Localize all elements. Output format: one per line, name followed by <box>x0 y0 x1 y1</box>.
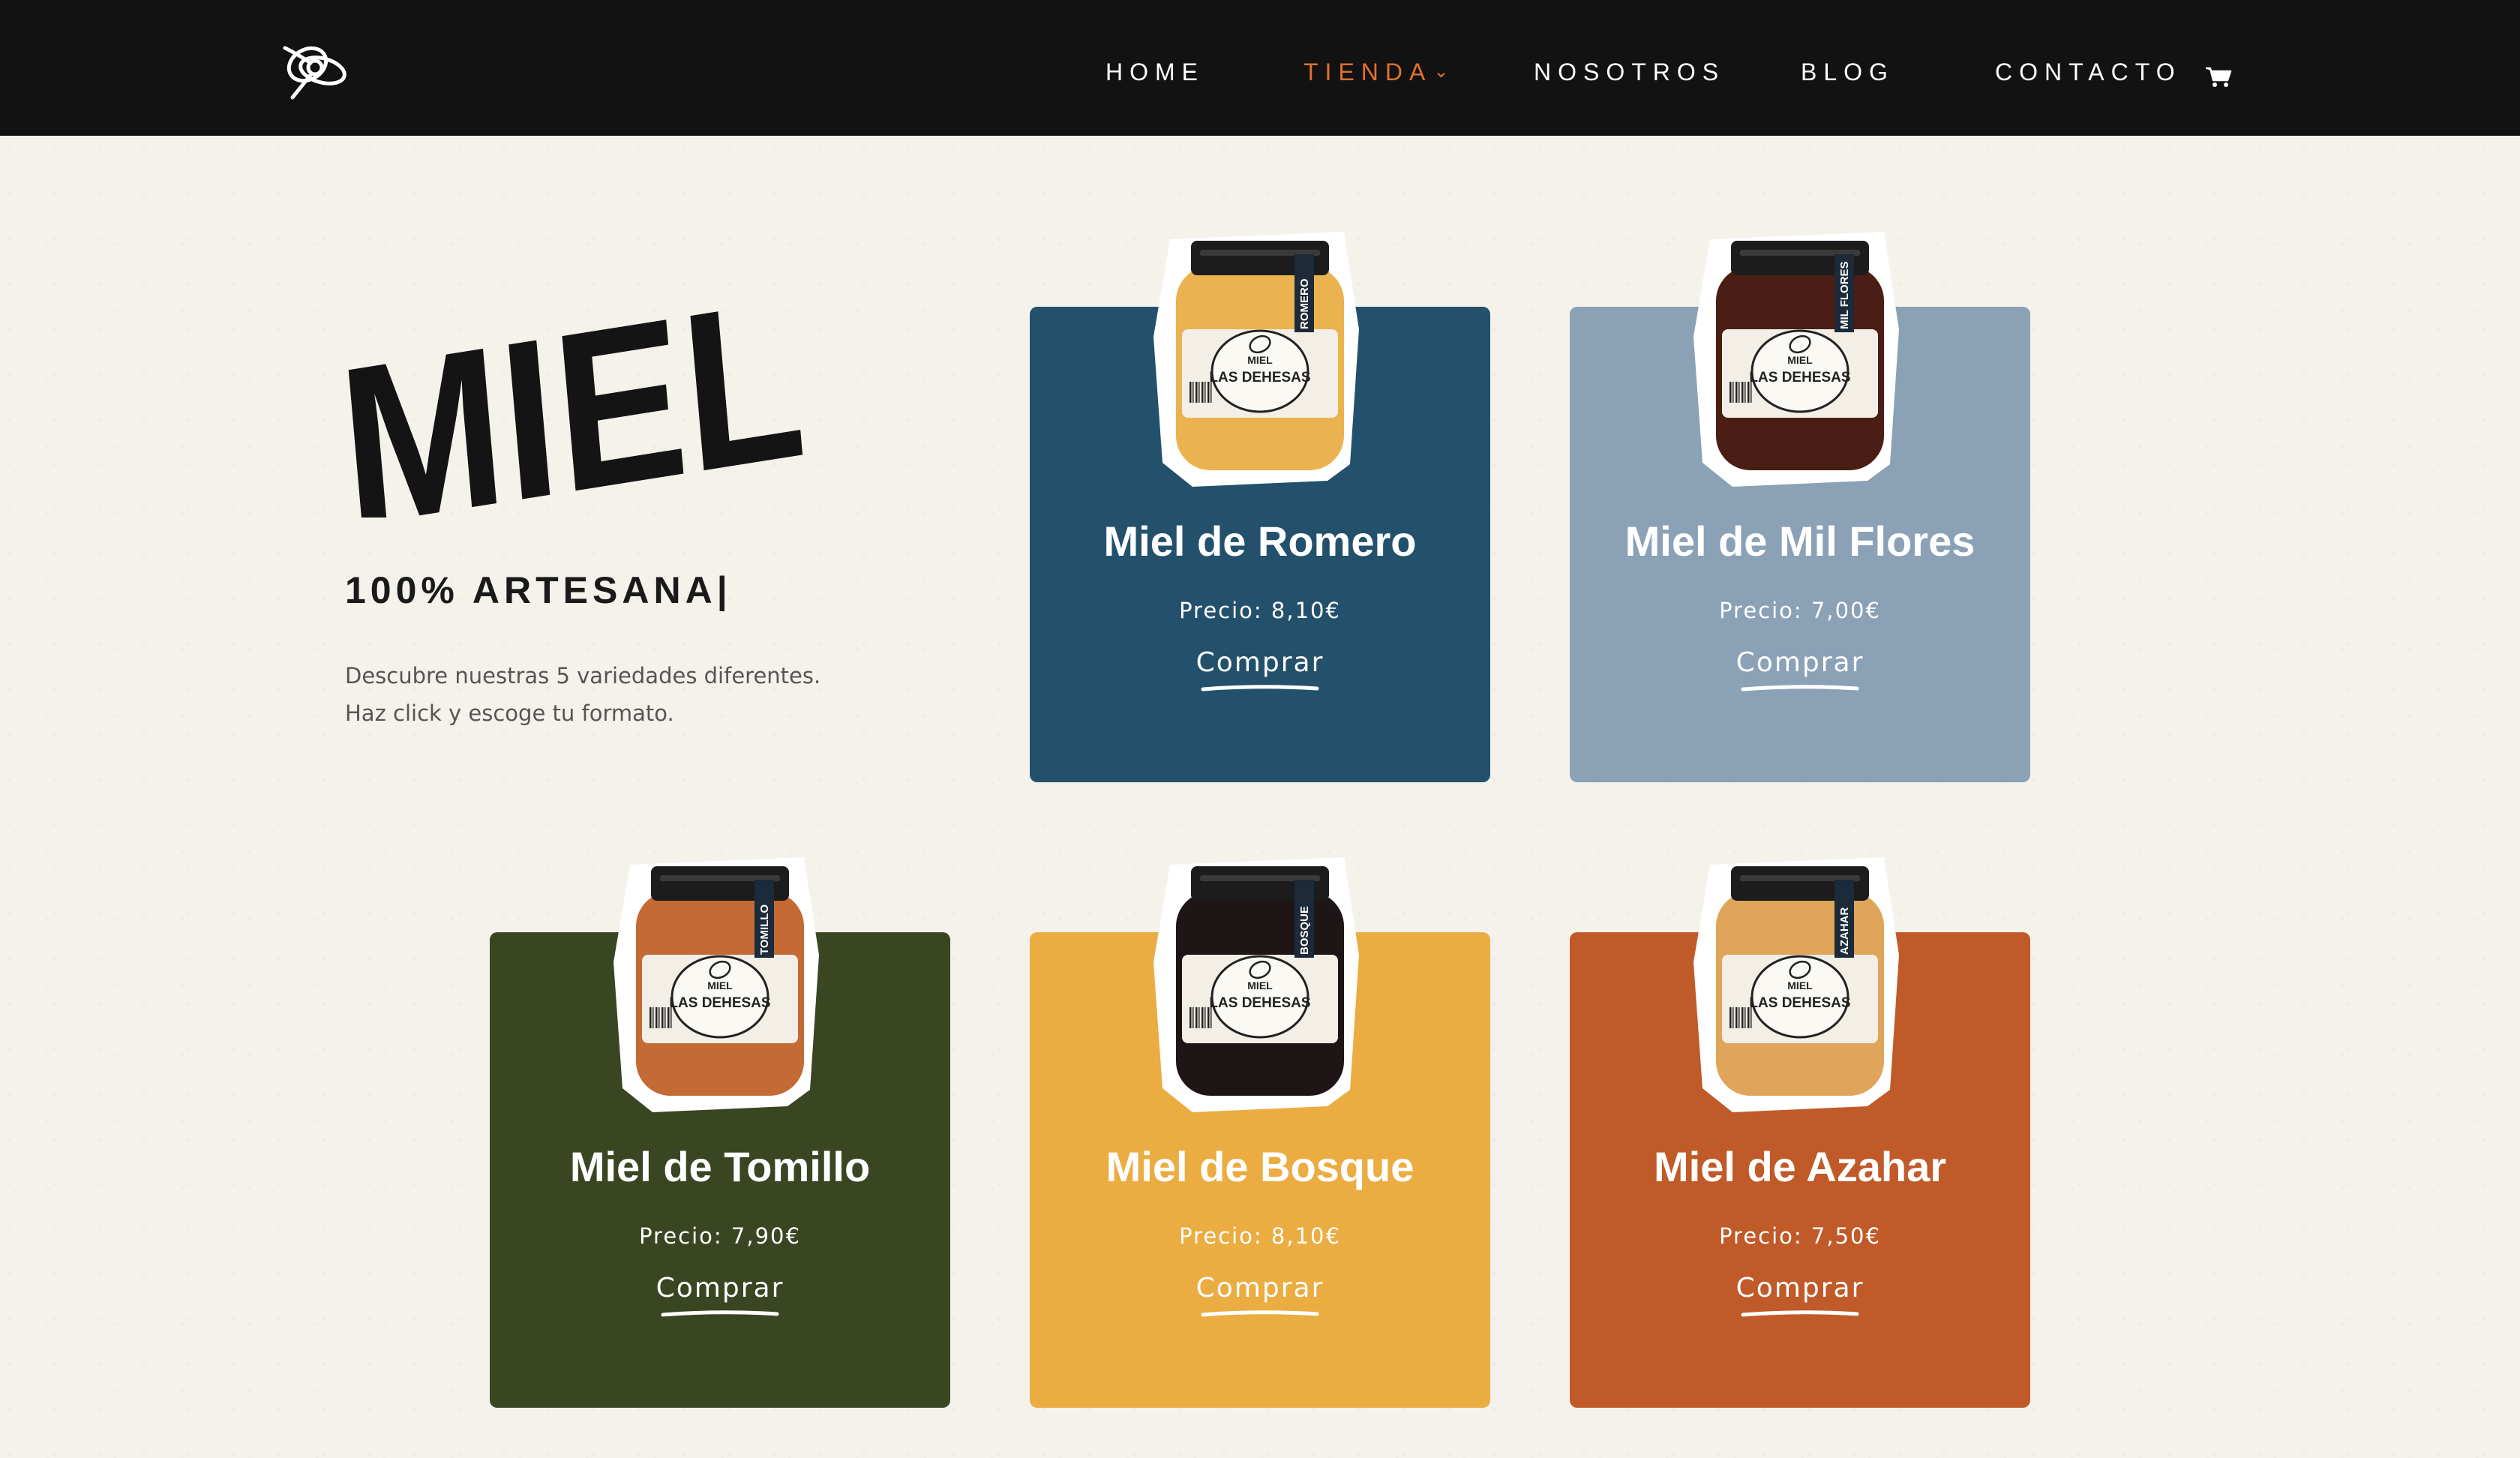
underline-stroke <box>1201 1310 1319 1317</box>
honey-jar-image: MIEL LAS DEHESAS AZAHAR <box>1694 857 1899 1112</box>
nav-tienda-label: TIENDA <box>1304 58 1432 86</box>
jar-brand-line-1: MIEL <box>707 980 733 992</box>
hero-title-text: MIEL <box>341 250 813 518</box>
nav-nosotros-label: NOSOTROS <box>1534 58 1726 86</box>
chevron-down-icon: ⌄ <box>1433 62 1456 82</box>
jar-brand-line-1: MIEL <box>1247 354 1273 366</box>
honey-jar-image: MIEL LAS DEHESAS MIL FLORES <box>1694 232 1899 487</box>
nav-tienda[interactable]: TIENDA⌄ <box>1304 58 1455 88</box>
hero-title: MIEL <box>341 250 813 518</box>
bee-logo-icon[interactable] <box>278 33 356 104</box>
nav-home-label: HOME <box>1106 58 1204 86</box>
honey-jar-image: MIEL LAS DEHESAS BOSQUE <box>1154 857 1359 1112</box>
jar-variety-label: AZAHAR <box>1838 908 1851 955</box>
underline-stroke <box>1201 685 1319 692</box>
nav-blog-label: BLOG <box>1801 58 1894 86</box>
jar-brand-line-2: LAS DEHESAS <box>1749 995 1850 1011</box>
product-name: Miel de Bosque <box>1106 1143 1414 1190</box>
comprar-label: Comprar <box>1736 647 1864 678</box>
jar-variety-label: BOSQUE <box>1298 906 1311 955</box>
jar-variety-label: ROMERO <box>1298 278 1311 329</box>
product-price: Precio: 8,10€ <box>1179 598 1341 623</box>
hero-description-line-1: Descubre nuestras 5 variedades diferente… <box>345 663 821 688</box>
product-price: Precio: 7,00€ <box>1719 598 1881 623</box>
jar-brand-line-2: LAS DEHESAS <box>1209 995 1310 1011</box>
nav-blog[interactable]: BLOG <box>1801 58 1894 88</box>
comprar-link[interactable]: Comprar <box>1570 1273 2030 1318</box>
comprar-label: Comprar <box>656 1273 784 1304</box>
product-price: Precio: 7,50€ <box>1719 1223 1881 1249</box>
comprar-label: Comprar <box>1736 1273 1864 1304</box>
jar-variety-label: TOMILLO <box>758 904 771 955</box>
jar-brand-line-1: MIEL <box>1787 980 1813 992</box>
comprar-link[interactable]: Comprar <box>1570 647 2030 693</box>
product-name: Miel de Mil Flores <box>1624 518 1976 565</box>
nav-contacto[interactable]: CONTACTO <box>1995 58 2182 88</box>
top-navbar: HOME TIENDA⌄ NOSOTROS BLOG CONTACTO <box>0 0 2520 136</box>
jar-brand-line-2: LAS DEHESAS <box>1209 370 1310 386</box>
jar-brand-line-1: MIEL <box>1787 354 1813 366</box>
product-name: Miel de Azahar <box>1653 1143 1947 1190</box>
hero-description-line-2: Haz click y escoge tu formato. <box>345 700 674 726</box>
comprar-link[interactable]: Comprar <box>1030 647 1490 693</box>
jar-brand-line-2: LAS DEHESAS <box>669 995 770 1011</box>
nav-home[interactable]: HOME <box>1106 58 1204 88</box>
product-price: Precio: 8,10€ <box>1179 1223 1341 1249</box>
honey-jar-image: MIEL LAS DEHESAS TOMILLO <box>614 857 819 1112</box>
nav-nosotros[interactable]: NOSOTROS <box>1534 58 1725 88</box>
comprar-label: Comprar <box>1196 647 1324 678</box>
hero-tagline: 100% ARTESANA| <box>345 569 732 611</box>
jar-variety-label: MIL FLORES <box>1838 261 1851 329</box>
product-name: Miel de Tomillo <box>569 1143 871 1190</box>
product-price: Precio: 7,90€ <box>639 1223 801 1249</box>
nav-contacto-label: CONTACTO <box>1995 58 2182 86</box>
product-name: Miel de Romero <box>1103 518 1417 565</box>
comprar-link[interactable]: Comprar <box>1030 1273 1490 1318</box>
underline-stroke <box>661 1310 779 1317</box>
underline-stroke <box>1741 685 1859 692</box>
jar-brand-line-1: MIEL <box>1247 980 1273 992</box>
comprar-label: Comprar <box>1196 1273 1324 1304</box>
underline-stroke <box>1741 1310 1859 1317</box>
jar-brand-line-2: LAS DEHESAS <box>1749 370 1850 386</box>
shopping-cart-icon[interactable] <box>2205 66 2232 88</box>
honey-jar-image: MIEL LAS DEHESAS ROMERO <box>1154 232 1359 487</box>
comprar-link[interactable]: Comprar <box>490 1273 950 1318</box>
